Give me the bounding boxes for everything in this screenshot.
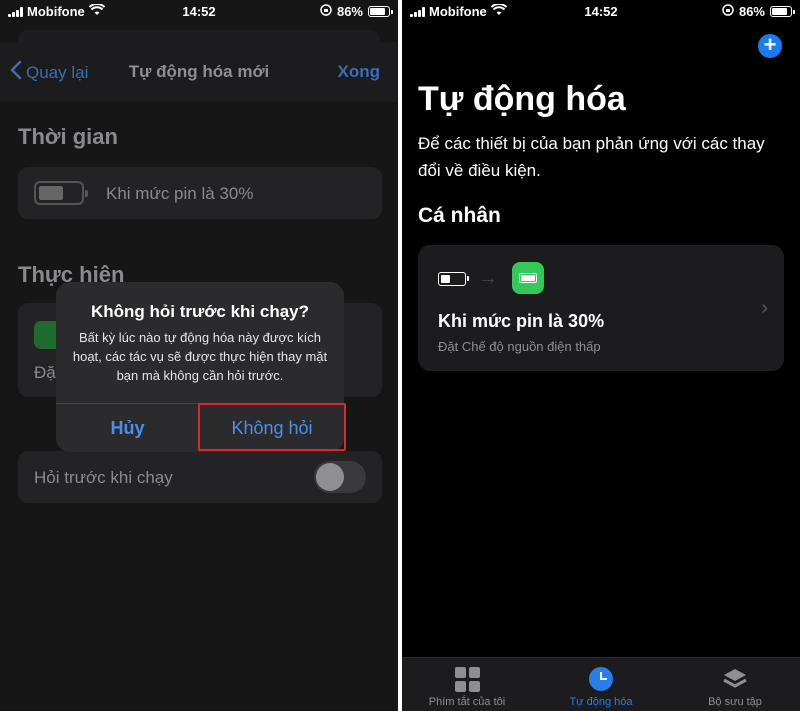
sheet-edge xyxy=(18,30,380,42)
status-bar: Mobifone 14:52 86% xyxy=(0,0,398,24)
rotation-lock-icon xyxy=(722,4,734,19)
status-bar: Mobifone 14:52 86% xyxy=(402,0,800,24)
clock-icon xyxy=(589,667,613,691)
battery-icon xyxy=(770,6,795,17)
ask-before-run-toggle[interactable] xyxy=(314,461,366,493)
rotation-lock-icon xyxy=(320,4,332,19)
new-automation-screen: Mobifone 14:52 86% Quay lại Tự động hóa … xyxy=(0,0,398,711)
page-subtitle: Để các thiết bị của bạn phản ứng với các… xyxy=(418,134,765,180)
done-button[interactable]: Xong xyxy=(338,62,381,82)
ask-before-run-label: Hỏi trước khi chạy xyxy=(34,468,173,487)
alert-message: Bất kỳ lúc nào tự động hóa này được kích… xyxy=(72,330,328,383)
battery-icon xyxy=(368,6,393,17)
highlight-box xyxy=(198,403,346,451)
automation-screen: Mobifone 14:52 86% + Tự động hóa Để các … xyxy=(402,0,800,711)
plus-icon: + xyxy=(763,32,777,57)
tab-gallery[interactable]: Bộ sưu tập xyxy=(670,666,800,708)
grid-icon xyxy=(454,666,480,692)
ask-before-run-row: Hỏi trước khi chạy xyxy=(18,451,382,503)
tab-bar: Phím tắt của tôi Tự động hóa Bộ sưu tập xyxy=(402,657,800,711)
tab-label: Tự động hóa xyxy=(569,696,633,708)
battery-tile-icon xyxy=(512,262,544,294)
add-automation-button[interactable]: + xyxy=(758,34,782,58)
battery-icon xyxy=(34,181,88,205)
navigation-bar: Quay lại Tự động hóa mới Xong xyxy=(0,42,398,102)
section-title: Cá nhân xyxy=(418,204,501,227)
chevron-right-icon: › xyxy=(761,297,768,319)
tab-automation[interactable]: Tự động hóa xyxy=(536,666,666,708)
arrow-right-icon: → xyxy=(478,267,498,289)
alert-title: Không hỏi trước khi chạy? xyxy=(90,302,310,321)
when-section-title: Thời gian xyxy=(18,124,118,149)
battery-percent: 86% xyxy=(336,4,363,19)
page-title: Tự động hóa xyxy=(418,80,626,118)
automation-card[interactable]: → Khi mức pin là 30% Đặt Chế độ nguồn đi… xyxy=(418,245,784,371)
trigger-label: Khi mức pin là 30% xyxy=(106,184,254,203)
cancel-button[interactable]: Hủy xyxy=(56,404,199,452)
battery-percent: 86% xyxy=(738,4,765,19)
layers-icon xyxy=(723,669,747,688)
automation-title: Khi mức pin là 30% xyxy=(438,311,605,331)
trigger-card[interactable]: Khi mức pin là 30% xyxy=(18,167,382,219)
tab-my-shortcuts[interactable]: Phím tắt của tôi xyxy=(402,666,532,708)
tab-label: Bộ sưu tập xyxy=(708,696,762,708)
action-label: Đặ xyxy=(34,363,56,382)
automation-subtitle: Đặt Chế độ nguồn điện thấp xyxy=(438,339,601,354)
low-battery-icon xyxy=(438,272,469,286)
tab-label: Phím tắt của tôi xyxy=(428,696,506,708)
